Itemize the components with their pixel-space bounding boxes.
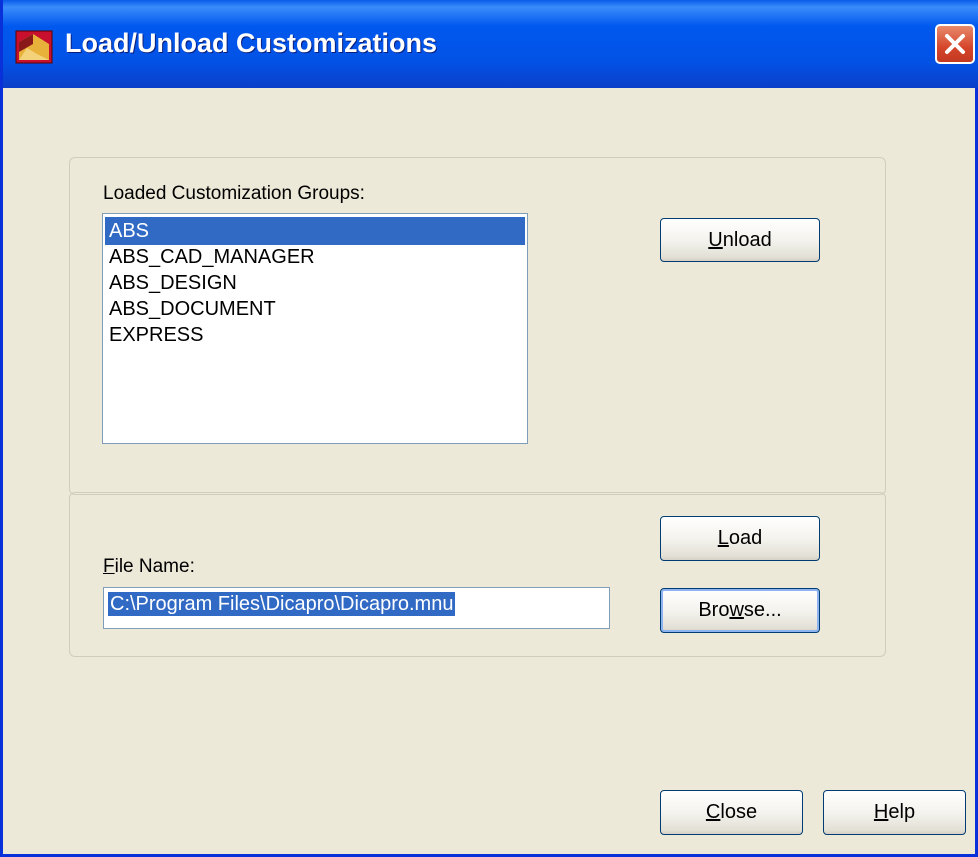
load-button[interactable]: Load: [660, 516, 820, 561]
help-button-label: elp: [888, 801, 916, 823]
title-bar[interactable]: Load/Unload Customizations: [3, 0, 978, 88]
list-item[interactable]: ABS_DESIGN: [105, 269, 525, 297]
file-name-field[interactable]: C:\Program Files\Dicapro\Dicapro.mnu: [103, 587, 610, 629]
list-item[interactable]: EXPRESS: [105, 321, 525, 349]
list-item[interactable]: ABS: [105, 217, 525, 245]
close-button-mnemonic: C: [705, 801, 721, 823]
browse-button-label-end: se...: [743, 599, 782, 621]
list-item[interactable]: ABS_CAD_MANAGER: [105, 243, 525, 271]
file-name-label-text: ile Name:: [114, 556, 195, 577]
file-name-label: File Name:: [103, 556, 195, 578]
close-button-label: lose: [720, 801, 758, 823]
load-button-mnemonic: L: [717, 527, 729, 549]
unload-button[interactable]: Unload: [660, 218, 820, 262]
dialog-window: Load/Unload Customizations Loaded Custom…: [0, 0, 978, 857]
list-item[interactable]: ABS_DOCUMENT: [105, 295, 525, 323]
autocad-app-icon: [15, 30, 53, 64]
file-name-label-mnemonic: F: [103, 556, 115, 577]
browse-button-label-start: Bro: [698, 599, 730, 621]
help-button[interactable]: Help: [823, 790, 966, 835]
file-name-value: C:\Program Files\Dicapro\Dicapro.mnu: [108, 592, 456, 616]
browse-button-mnemonic: w: [729, 599, 744, 621]
loaded-groups-label: Loaded Customization Groups:: [103, 183, 365, 204]
window-title: Load/Unload Customizations: [65, 28, 438, 58]
help-button-mnemonic: H: [873, 801, 889, 823]
unload-button-mnemonic: U: [708, 228, 723, 251]
load-button-label: oad: [728, 527, 763, 549]
close-button[interactable]: Close: [660, 790, 803, 835]
unload-button-label: nload: [722, 228, 772, 251]
browse-button[interactable]: Browse...: [660, 588, 820, 633]
customization-groups-list[interactable]: ABS ABS_CAD_MANAGER ABS_DESIGN ABS_DOCUM…: [102, 213, 528, 444]
close-window-button[interactable]: [935, 24, 975, 64]
